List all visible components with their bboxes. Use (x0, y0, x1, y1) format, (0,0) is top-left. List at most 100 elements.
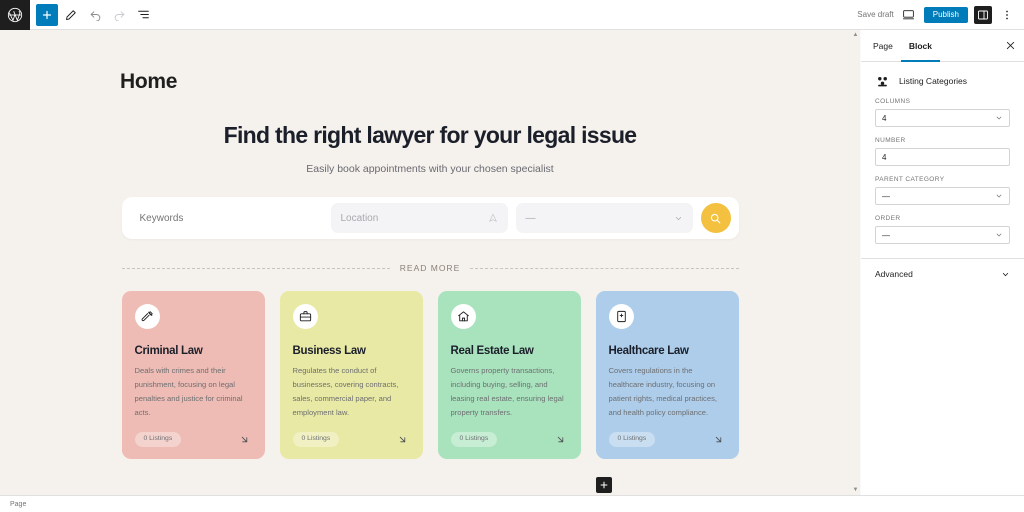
arrow-down-right-icon[interactable] (396, 433, 410, 447)
listings-count-badge: 0 Listings (134, 432, 182, 447)
medical-book-icon (608, 304, 634, 329)
close-icon[interactable] (1000, 36, 1020, 56)
card-footer: 0 Listings (134, 432, 252, 447)
editor-toolbar: Save draft Publish (0, 0, 1024, 30)
toolbar-right-group: Save draft Publish (857, 5, 1024, 24)
card-footer: 0 Listings (608, 432, 726, 447)
listing-categories-icon (875, 74, 889, 88)
separator-line-left (121, 267, 390, 269)
redo-icon[interactable] (108, 4, 130, 26)
card-title[interactable]: Business Law (293, 345, 410, 357)
card-description: Covers regulations in the healthcare ind… (608, 366, 717, 418)
arrow-down-right-icon[interactable] (238, 433, 252, 447)
category-card[interactable]: Criminal Law Deals with crimes and their… (121, 291, 265, 459)
list-view-icon[interactable] (132, 4, 154, 26)
card-title[interactable]: Real Estate Law (451, 345, 568, 357)
listings-count-badge: 0 Listings (292, 432, 340, 447)
read-more-label[interactable]: READ MORE (400, 263, 460, 273)
field-label-columns: COLUMNS (875, 98, 911, 105)
wordpress-logo-icon[interactable] (0, 0, 30, 30)
publish-button[interactable]: Publish (923, 6, 968, 23)
search-keywords-input[interactable] (139, 212, 323, 224)
category-card[interactable]: Healthcare Law Covers regulations in the… (595, 291, 739, 459)
read-more-separator[interactable]: READ MORE (121, 263, 739, 273)
parent-category-select[interactable]: — (875, 187, 1010, 205)
hero-heading[interactable]: Find the right lawyer for your legal iss… (120, 122, 740, 149)
scroll-up-arrow-icon[interactable]: ▲ (853, 30, 859, 40)
card-title[interactable]: Healthcare Law (609, 345, 726, 357)
card-description: Deals with crimes and their punishment, … (134, 366, 243, 418)
search-location-field[interactable]: Location (330, 203, 508, 233)
tools-pencil-icon[interactable] (60, 4, 82, 26)
editor-body: Home Find the right lawyer for your lega… (0, 30, 1024, 495)
listing-search-bar: Location — (121, 197, 739, 239)
number-value: 4 (882, 152, 887, 162)
listing-categories-grid: Criminal Law Deals with crimes and their… (121, 291, 739, 459)
arrow-down-right-icon[interactable] (554, 433, 568, 447)
listings-count-badge: 0 Listings (608, 432, 656, 447)
save-draft-button[interactable]: Save draft (857, 10, 893, 19)
field-label-order: ORDER (875, 215, 901, 222)
category-card[interactable]: Real Estate Law Governs property transac… (437, 291, 581, 459)
chevron-down-icon (995, 192, 1003, 200)
field-parent-category: PARENT CATEGORY — (861, 176, 1024, 215)
breadcrumb[interactable]: Page (10, 501, 26, 508)
field-label-parent-category: PARENT CATEGORY (875, 176, 945, 183)
editor-canvas[interactable]: Home Find the right lawyer for your lega… (0, 30, 860, 495)
search-location-placeholder: Location (340, 212, 379, 224)
parent-category-value: — (882, 191, 890, 201)
field-columns: COLUMNS 4 (861, 98, 1024, 137)
hero-subheading[interactable]: Easily book appointments with your chose… (120, 163, 740, 175)
order-value: — (882, 230, 890, 240)
chevron-down-icon (674, 214, 683, 223)
editor-canvas-wrapper: Home Find the right lawyer for your lega… (0, 30, 860, 495)
chevron-down-icon (995, 114, 1003, 122)
field-label-number: NUMBER (875, 137, 906, 144)
location-target-icon[interactable] (488, 213, 498, 223)
chevron-down-icon (1001, 270, 1010, 279)
briefcase-icon (292, 304, 318, 329)
field-number: NUMBER 4 (861, 137, 1024, 176)
separator-line-right (470, 267, 739, 269)
card-footer: 0 Listings (292, 432, 410, 447)
field-order: ORDER — (861, 215, 1024, 254)
category-card[interactable]: Business Law Regulates the conduct of bu… (279, 291, 423, 459)
order-select[interactable]: — (875, 226, 1010, 244)
gavel-icon (134, 304, 160, 329)
search-icon (709, 212, 722, 225)
canvas-scrollbar[interactable]: ▲ ▼ (851, 30, 860, 495)
chevron-down-icon (995, 231, 1003, 239)
advanced-panel-toggle[interactable]: Advanced (861, 258, 1024, 289)
columns-select[interactable]: 4 (875, 109, 1010, 127)
search-category-select[interactable]: — (515, 203, 693, 233)
vertical-ellipsis-icon[interactable] (998, 6, 1016, 24)
tab-block[interactable]: Block (901, 30, 940, 62)
toolbar-left-group (30, 3, 154, 26)
house-icon (450, 304, 476, 329)
block-settings-sidebar: Page Block Listing Categories COLUMNS 4 … (852, 30, 1024, 495)
columns-value: 4 (882, 113, 887, 123)
listings-count-badge: 0 Listings (450, 432, 498, 447)
append-block-button[interactable] (596, 477, 612, 493)
desktop-preview-icon[interactable] (900, 6, 918, 24)
selected-block-name: Listing Categories (899, 76, 968, 86)
search-category-value: — (525, 212, 536, 224)
card-title[interactable]: Criminal Law (135, 345, 252, 357)
search-submit-button[interactable] (700, 203, 731, 233)
page-title[interactable]: Home (120, 30, 740, 98)
card-description: Regulates the conduct of businesses, cov… (292, 366, 399, 418)
sidebar-tabs: Page Block (861, 30, 1024, 62)
selected-block-header: Listing Categories (861, 62, 1024, 98)
card-description: Governs property transactions, including… (450, 366, 564, 418)
number-input[interactable]: 4 (875, 148, 1010, 166)
wordpress-block-editor: Save draft Publish Home Find the right l… (0, 0, 1024, 512)
card-footer: 0 Listings (450, 432, 568, 447)
settings-sidebar-icon[interactable] (974, 5, 992, 24)
scroll-down-arrow-icon[interactable]: ▼ (853, 485, 859, 495)
tab-page[interactable]: Page (865, 30, 901, 62)
undo-icon[interactable] (84, 4, 106, 26)
arrow-down-right-icon[interactable] (712, 433, 726, 447)
add-block-button[interactable] (36, 3, 58, 26)
editor-footer: Page (0, 495, 1024, 512)
advanced-label: Advanced (875, 269, 913, 279)
